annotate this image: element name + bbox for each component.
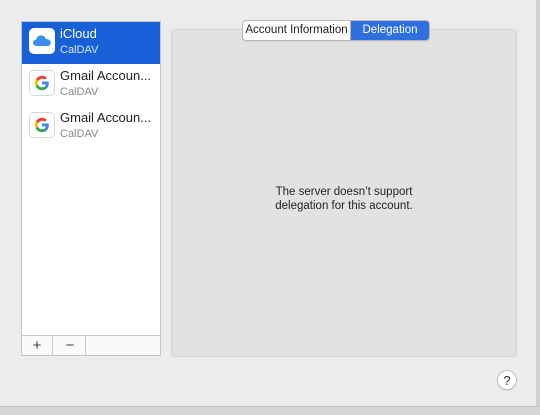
account-item-icloud[interactable]: iCloud CalDAV xyxy=(22,22,160,64)
account-item-gmail-1[interactable]: Gmail Accoun... CalDAV xyxy=(22,64,160,106)
google-icon xyxy=(29,112,55,138)
account-type: CalDAV xyxy=(60,128,99,140)
account-item-gmail-2[interactable]: Gmail Accoun... CalDAV xyxy=(22,106,160,148)
icloud-icon xyxy=(29,28,55,54)
accounts-sidebar: iCloud CalDAV Gmail Accoun... CalDAV Gma… xyxy=(21,21,161,356)
tab-bar: Account Information Delegation xyxy=(242,20,430,41)
remove-account-button[interactable]: − xyxy=(55,336,86,355)
delegation-message: The server doesn’t support delegation fo… xyxy=(171,185,517,213)
google-icon xyxy=(29,70,55,96)
message-line-2: delegation for this account. xyxy=(275,200,413,212)
tab-account-information[interactable]: Account Information xyxy=(243,21,351,40)
help-button[interactable]: ? xyxy=(497,370,517,390)
window-edge-right xyxy=(536,0,540,415)
account-name: Gmail Accoun... xyxy=(60,110,152,125)
message-line-1: The server doesn’t support xyxy=(275,186,413,198)
account-name: iCloud xyxy=(60,26,97,41)
tab-delegation[interactable]: Delegation xyxy=(351,21,429,40)
add-account-button[interactable]: + xyxy=(22,336,53,355)
account-type: CalDAV xyxy=(60,86,99,98)
account-name: Gmail Accoun... xyxy=(60,68,152,83)
account-type: CalDAV xyxy=(60,44,99,56)
sidebar-toolbar: + − xyxy=(22,335,160,355)
window-edge-bottom xyxy=(0,406,540,415)
